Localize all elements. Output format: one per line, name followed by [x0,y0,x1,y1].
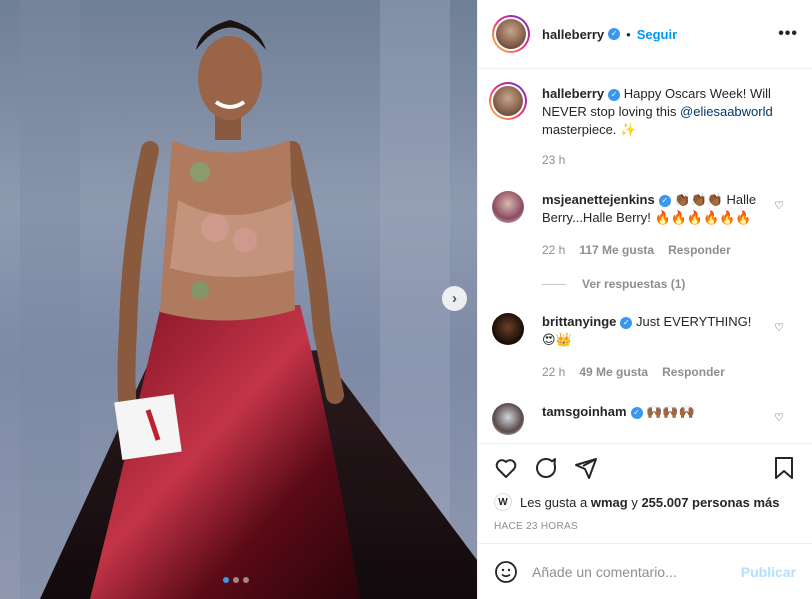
add-comment-bar: Publicar [478,543,812,599]
carousel-next-button[interactable]: › [442,286,467,311]
reply-button[interactable]: Responder [668,241,731,259]
post-timestamp[interactable]: HACE 23 HORAS [478,513,812,543]
like-comment-icon[interactable]: ♡ [774,411,784,424]
carousel-dot [233,577,239,583]
verified-icon: ✓ [608,28,621,40]
comment-username[interactable]: msjeanettejenkins [542,192,655,207]
comment-text: 🙌🏾🙌🏾🙌🏾 [646,404,695,419]
caption-time[interactable]: 23 h [542,151,565,169]
reply-button[interactable]: Responder [662,363,725,381]
verified-icon: ✓ [608,88,621,101]
emoji-icon[interactable] [494,560,518,584]
comment-time[interactable]: 22 h [542,241,565,259]
likes-prefix: Les gusta a [520,494,588,510]
verified-icon: ✓ [630,406,643,419]
like-comment-icon[interactable]: ♡ [774,321,784,334]
comment-likes[interactable]: 49 Me gusta [579,363,648,381]
comment-input[interactable] [532,563,741,580]
comment-item: brittanyinge ✓ Just EVERYTHING! 😍👑 22 h 4… [492,313,798,381]
separator-bullet: • [626,26,631,42]
view-replies-label: Ver respuestas (1) [582,277,686,291]
post-photo[interactable]: › [0,0,477,599]
likes-middle: y [631,494,638,510]
caption-text-end: masterpiece. ✨ [542,122,637,137]
more-options-icon[interactable]: ••• [778,25,798,43]
caption-username[interactable]: halleberry [542,86,604,101]
likes-count[interactable]: 255.007 personas más [641,495,779,510]
caption: halleberry ✓ Happy Oscars Week! Will NEVE… [489,82,798,169]
bookmark-icon[interactable] [772,456,796,480]
chevron-right-icon: › [452,290,457,307]
comment-likes[interactable]: 117 Me gusta [579,241,654,259]
avatar[interactable] [492,191,524,223]
header-username[interactable]: halleberry [542,27,604,42]
publish-button[interactable]: Publicar [741,564,796,580]
liker-avatar[interactable]: W [494,493,512,511]
like-comment-icon[interactable]: ♡ [774,199,784,212]
comments-list[interactable]: halleberry ✓ Happy Oscars Week! Will NEVE… [478,69,812,443]
dress-illustration [20,0,477,599]
comment-item: tamsgoinham ✓ 🙌🏾🙌🏾🙌🏾 ♡ [492,403,798,435]
comment-username[interactable]: tamsgoinham [542,404,627,419]
likes-summary: W Les gusta a wmag y 255.007 personas má… [478,491,812,513]
view-replies-button[interactable]: Ver respuestas (1) [542,277,798,291]
post-header: halleberry ✓ • Seguir ••• [478,0,812,69]
verified-icon: ✓ [658,194,671,207]
heart-icon[interactable] [494,456,518,480]
carousel-dot [223,577,229,583]
action-bar [478,443,812,491]
comment-item: msjeanettejenkins ✓ 👏🏾👏🏾👏🏾 Halle Berry...… [492,191,798,259]
liker-username[interactable]: wmag [591,495,628,510]
caption-avatar[interactable] [489,82,527,120]
post-sidebar: halleberry ✓ • Seguir ••• halleberry ✓ Ha… [477,0,812,599]
verified-icon: ✓ [620,316,633,329]
caption-mention[interactable]: @eliesaabworld [680,104,773,119]
avatar[interactable] [492,313,524,345]
instagram-post: › halleberry ✓ • Seguir ••• halleberry ✓ … [0,0,812,599]
comment-username[interactable]: brittanyinge [542,314,616,329]
carousel-dot [243,577,249,583]
share-icon[interactable] [574,456,598,480]
comment-icon[interactable] [534,456,558,480]
carousel-indicator [223,577,249,583]
replies-divider [542,283,566,285]
comment-time[interactable]: 22 h [542,363,565,381]
avatar[interactable] [492,15,530,53]
avatar[interactable] [492,403,524,435]
follow-button[interactable]: Seguir [637,27,677,42]
